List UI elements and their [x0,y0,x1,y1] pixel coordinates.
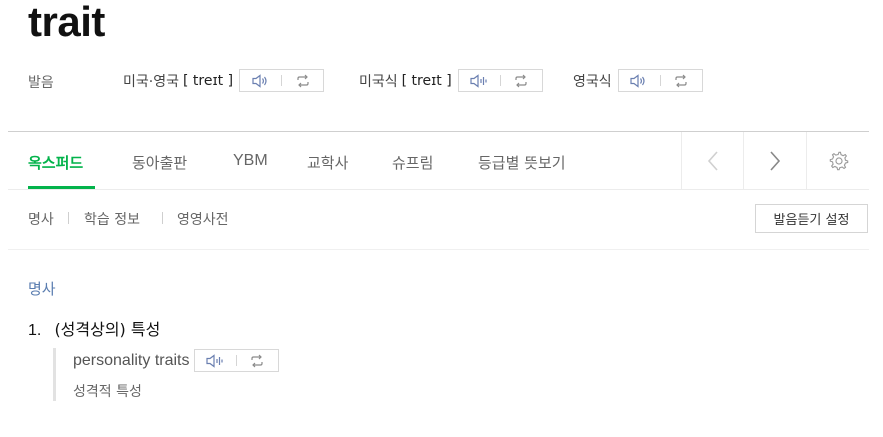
repeat-audio-button[interactable] [501,70,542,91]
subnav-divider [68,212,69,224]
chevron-left-icon [707,150,718,171]
part-of-speech: 명사 [28,280,56,298]
definition-text: (성격상의) 특성 [54,320,161,339]
prev-button[interactable] [681,132,744,189]
dictionary-tabs: 옥스퍼드 동아출판 YBM 교학사 슈프림 등급별 뜻보기 [8,132,869,189]
audio-controls [457,69,543,92]
repeat-icon [296,74,309,87]
repeat-audio-button[interactable] [661,70,702,91]
play-audio-button[interactable] [619,70,660,91]
audio-controls [193,349,279,372]
speaker-icon [251,73,267,88]
gear-icon [829,151,848,170]
subnav-english-dictionary[interactable]: 영영사전 [177,209,229,229]
play-audio-button[interactable] [195,350,236,371]
repeat-icon [251,354,263,367]
speaker-icon [630,73,645,88]
tab-ybm[interactable]: YBM [233,152,268,170]
play-audio-button[interactable] [459,70,500,91]
chevron-right-icon [770,150,781,171]
repeat-audio-button[interactable] [282,70,323,91]
pronunciation-ipa: [ treɪt ] [401,72,452,89]
speaker-wave-icon [470,73,487,88]
speaker-wave-icon [206,353,223,368]
next-button[interactable] [743,132,806,189]
example-korean: 성격적 특성 [73,384,142,400]
tab-supreme[interactable]: 슈프림 [392,152,433,173]
audio-settings-button[interactable]: 발음듣기 설정 [755,204,868,233]
play-audio-button[interactable] [240,70,281,91]
pronunciation-us: 미국식 [ treɪt ] [359,69,543,92]
subnav-noun[interactable]: 명사 [28,209,54,229]
tab-oxford[interactable]: 옥스퍼드 [28,152,83,173]
pronunciation-ipa: [ treɪt ] [182,72,234,89]
headword: trait [28,0,105,45]
tab-level-meanings[interactable]: 등급별 뜻보기 [478,152,566,173]
pronunciation-us-uk: 미국·영국 [ treɪt ] [123,69,325,92]
pronunciation-uk: 영국식 [573,69,703,92]
pronunciation-label: 발음 [28,75,54,91]
definition-number: 1. [28,322,42,339]
repeat-audio-button[interactable] [237,350,278,371]
pronunciation-prefix: 영국식 [573,73,612,90]
pronunciation-prefix: 미국·영국 [123,73,179,90]
settings-button[interactable] [806,132,870,189]
subnav-divider [162,212,163,224]
repeat-icon [675,74,687,87]
audio-controls [239,69,325,92]
example-quote-bar [53,348,56,401]
tab-donga[interactable]: 동아출판 [132,152,187,173]
subnav-study-info[interactable]: 학습 정보 [84,209,140,229]
pronunciation-prefix: 미국식 [359,73,398,90]
repeat-icon [515,74,527,87]
tabs-bottom-divider [8,189,869,190]
tab-kyohak[interactable]: 교학사 [307,152,348,173]
content-divider [8,249,869,250]
definition: 1. (성격상의) 특성 [28,316,160,340]
audio-controls [617,69,703,92]
example-sentence: personality traits [73,349,279,372]
example-english: personality traits [73,351,190,369]
